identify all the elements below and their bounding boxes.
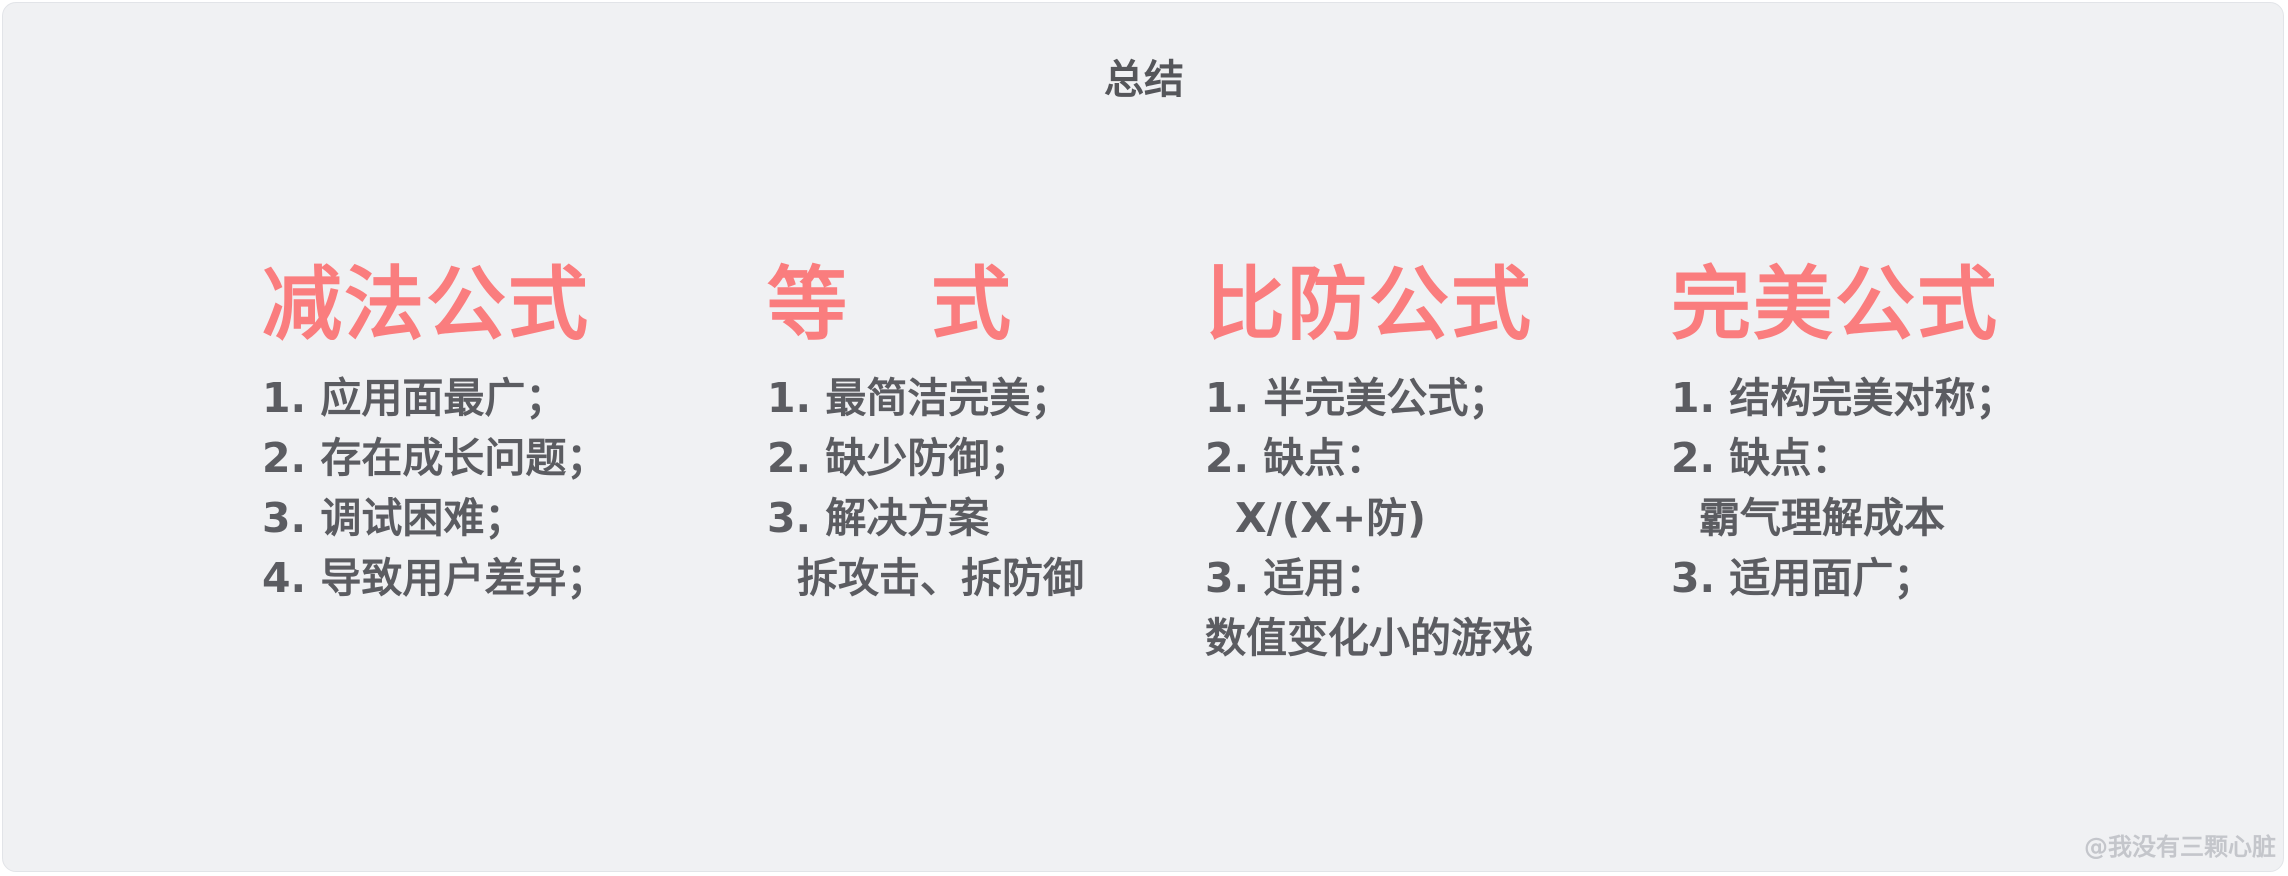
list-item: 3. 解决方案 [767, 494, 990, 542]
list-item: 3. 适用面广； [1671, 554, 1935, 602]
column-subtraction-formula: 减法公式 1. 应用面最广； 2. 存在成长问题； 3. 调试困难； 4. 导致… [262, 250, 607, 608]
column-heading: 等 式 [767, 258, 1013, 351]
item-list: 1. 最简洁完美； 2. 缺少防御； 3. 解决方案 拆攻击、拆防御 [767, 368, 1084, 608]
list-item: 3. 适用： [1205, 554, 1387, 602]
list-item: 数值变化小的游戏 [1205, 614, 1533, 662]
item-list: 1. 应用面最广； 2. 存在成长问题； 3. 调试困难； 4. 导致用户差异； [262, 368, 607, 608]
list-item: 2. 缺点： [1205, 434, 1387, 482]
list-item: 3. 调试困难； [262, 494, 526, 542]
list-item: X/(X+防) [1235, 494, 1427, 542]
page-title: 总结 [1104, 57, 1184, 103]
watermark: @我没有三颗心脏 [2084, 833, 2276, 861]
item-list: 1. 半完美公式； 2. 缺点： X/(X+防) 3. 适用： 数值变化小的游戏 [1205, 368, 1533, 668]
list-item: 2. 存在成长问题； [262, 434, 608, 482]
list-item: 2. 缺点： [1671, 434, 1853, 482]
column-heading: 比防公式 [1205, 258, 1533, 351]
list-item: 1. 半完美公式； [1205, 374, 1510, 422]
list-item: 拆攻击、拆防御 [797, 554, 1084, 602]
column-heading: 减法公式 [262, 258, 590, 351]
column-equation: 等 式 1. 最简洁完美； 2. 缺少防御； 3. 解决方案 拆攻击、拆防御 [767, 250, 1084, 608]
list-item: 1. 应用面最广； [262, 374, 567, 422]
column-ratio-defense-formula: 比防公式 1. 半完美公式； 2. 缺点： X/(X+防) 3. 适用： 数值变… [1205, 250, 1533, 668]
list-item: 1. 结构完美对称； [1671, 374, 2017, 422]
list-item: 1. 最简洁完美； [767, 374, 1072, 422]
list-item: 霸气理解成本 [1699, 494, 1945, 542]
column-perfect-formula: 完美公式 1. 结构完美对称； 2. 缺点： 霸气理解成本 3. 适用面广； [1671, 250, 2016, 608]
list-item: 4. 导致用户差异； [262, 554, 608, 602]
column-heading: 完美公式 [1671, 258, 1999, 351]
list-item: 2. 缺少防御； [767, 434, 1031, 482]
item-list: 1. 结构完美对称； 2. 缺点： 霸气理解成本 3. 适用面广； [1671, 368, 2016, 608]
